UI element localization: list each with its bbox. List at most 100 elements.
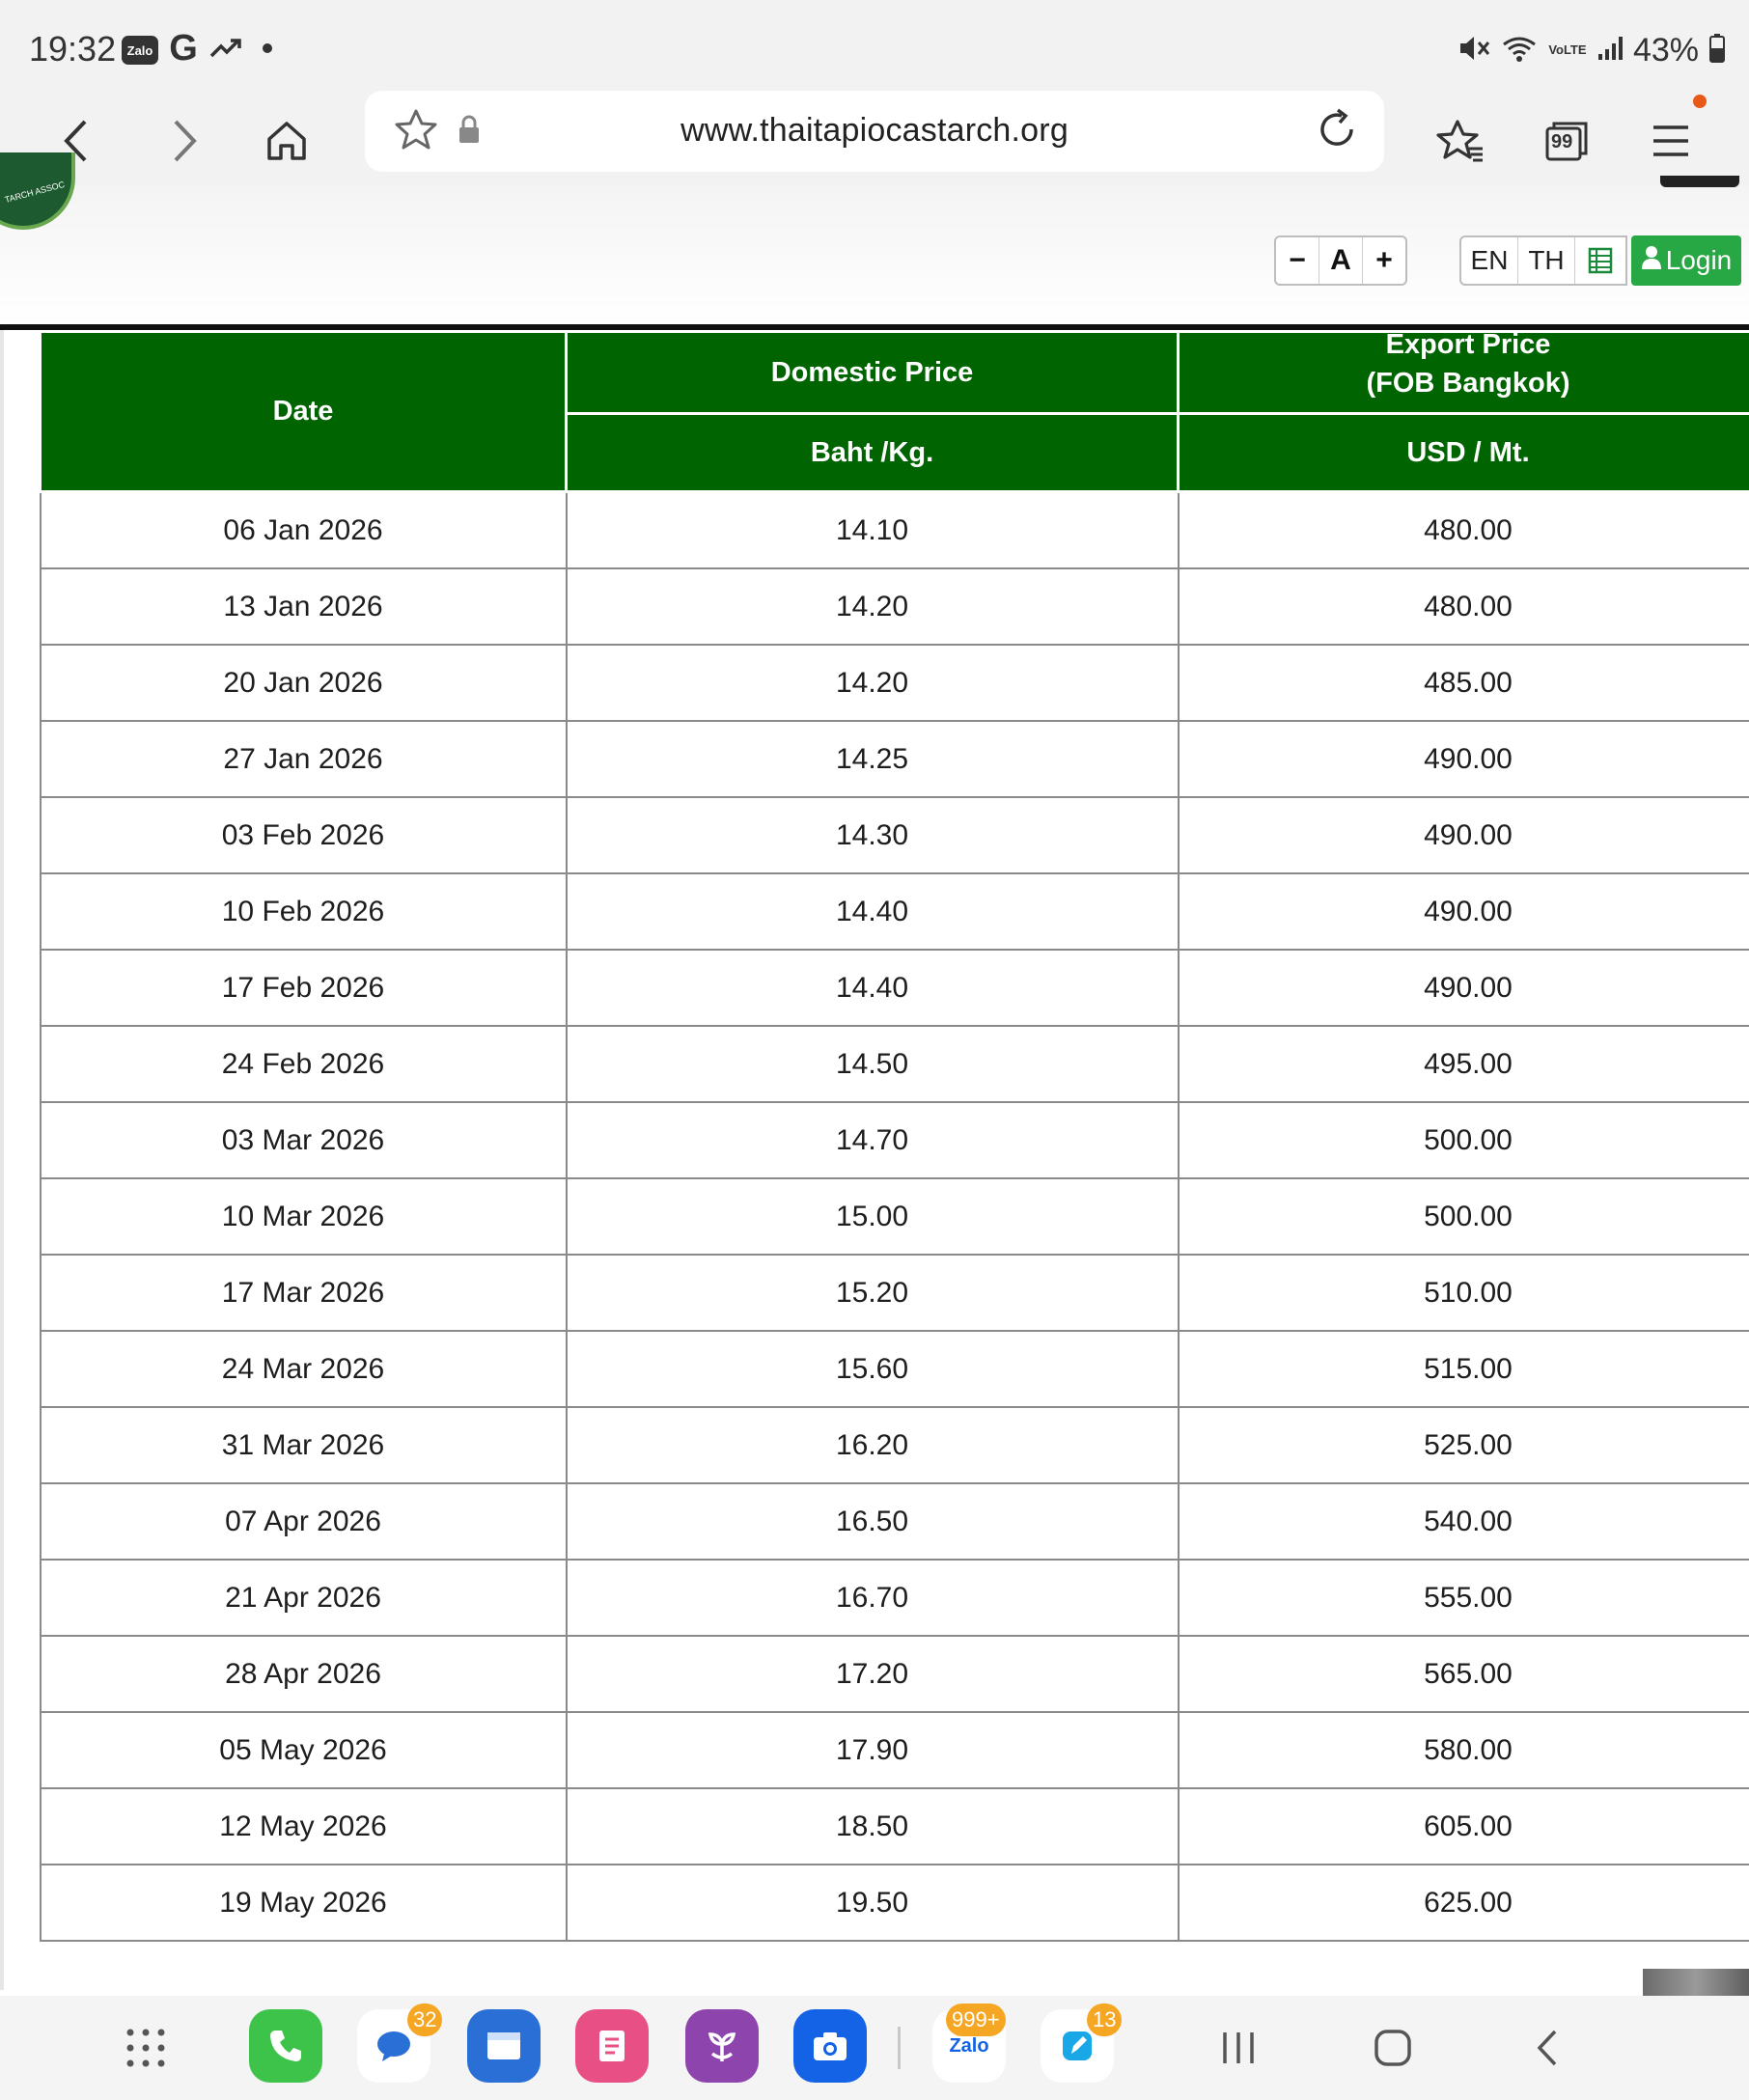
status-right: VoLTE 43% — [1458, 29, 1726, 71]
table-row: 10 Feb 2026 14.40 490.00 — [39, 872, 1749, 951]
table-row: 31 Mar 2026 16.20 525.00 — [39, 1406, 1749, 1484]
date-cell: 28 Apr 2026 — [39, 1635, 568, 1713]
google-icon: G — [169, 27, 198, 69]
domestic-price-cell: 17.20 — [565, 1635, 1180, 1713]
bookmarks-button[interactable] — [1427, 110, 1494, 172]
url-text[interactable]: www.thaitapiocastarch.org — [365, 112, 1384, 150]
date-cell: 05 May 2026 — [39, 1711, 568, 1789]
recent-apps-button[interactable] — [1205, 2019, 1272, 2077]
bixby-app-icon[interactable] — [685, 2009, 759, 2083]
table-row: 24 Feb 2026 14.50 495.00 — [39, 1025, 1749, 1103]
domestic-price-cell: 14.10 — [565, 490, 1180, 569]
domestic-price-cell: 15.60 — [565, 1330, 1180, 1408]
date-cell: 10 Mar 2026 — [39, 1177, 568, 1256]
phone-app-icon[interactable] — [249, 2009, 322, 2083]
date-cell: 19 May 2026 — [39, 1864, 568, 1942]
spreadsheet-icon[interactable] — [1575, 237, 1625, 284]
address-bar[interactable]: www.thaitapiocastarch.org — [365, 91, 1384, 172]
tabs-button[interactable]: 99 — [1533, 110, 1600, 172]
reload-icon[interactable] — [1317, 108, 1359, 157]
home-nav-button[interactable] — [1359, 2019, 1427, 2077]
export-price-cell: 540.00 — [1177, 1482, 1749, 1561]
domestic-price-cell: 14.20 — [565, 567, 1180, 646]
domestic-price-cell: 14.25 — [565, 720, 1180, 798]
menu-notification-dot — [1693, 95, 1707, 108]
dot-icon — [261, 29, 274, 68]
lang-en-button[interactable]: EN — [1461, 237, 1518, 284]
camera-app-icon[interactable] — [793, 2009, 867, 2083]
forward-button[interactable] — [151, 110, 218, 172]
login-label: Login — [1665, 245, 1733, 275]
date-cell: 13 Jan 2026 — [39, 567, 568, 646]
edit-badge: 13 — [1087, 2003, 1123, 2036]
login-button[interactable]: Login — [1631, 235, 1741, 286]
date-cell: 24 Feb 2026 — [39, 1025, 568, 1103]
table-row: 06 Jan 2026 14.10 480.00 — [39, 490, 1749, 569]
export-price-cell: 490.00 — [1177, 872, 1749, 951]
domestic-price-cell: 15.20 — [565, 1254, 1180, 1332]
export-price-cell: 480.00 — [1177, 490, 1749, 569]
domestic-price-cell: 17.90 — [565, 1711, 1180, 1789]
price-table: Date Domestic Price Export Price (FOB Ba… — [39, 329, 1749, 1942]
notes-app-icon[interactable] — [575, 2009, 649, 2083]
domestic-price-cell: 14.70 — [565, 1101, 1180, 1179]
export-price-cell: 490.00 — [1177, 796, 1749, 874]
language-controls: EN TH — [1459, 235, 1627, 286]
domestic-price-cell: 14.40 — [565, 872, 1180, 951]
font-decrease-button[interactable]: − — [1276, 237, 1319, 284]
header-domestic-unit: Baht /Kg. — [565, 412, 1180, 493]
zalo-icon: Zalo — [122, 36, 158, 65]
date-cell: 06 Jan 2026 — [39, 490, 568, 569]
header-date: Date — [39, 330, 568, 493]
status-bar: 19:32 Zalo G VoLTE 43% — [0, 0, 1749, 93]
export-price-cell: 500.00 — [1177, 1101, 1749, 1179]
page-edge — [0, 330, 4, 1990]
lang-th-button[interactable]: TH — [1518, 237, 1575, 284]
zalo-app-label: Zalo — [949, 2034, 989, 2057]
export-price-cell: 490.00 — [1177, 949, 1749, 1027]
export-price-cell: 510.00 — [1177, 1254, 1749, 1332]
battery-icon — [1708, 33, 1726, 69]
date-cell: 24 Mar 2026 — [39, 1330, 568, 1408]
date-cell: 17 Mar 2026 — [39, 1254, 568, 1332]
battery-level: 43% — [1632, 31, 1699, 69]
domestic-price-cell: 14.20 — [565, 644, 1180, 722]
menu-button[interactable] — [1637, 110, 1705, 172]
font-size-controls: − A + — [1274, 235, 1407, 286]
domestic-price-cell: 19.50 — [565, 1864, 1180, 1942]
export-price-cell: 495.00 — [1177, 1025, 1749, 1103]
table-row: 03 Mar 2026 14.70 500.00 — [39, 1101, 1749, 1179]
price-table-container: Date Domestic Price Export Price (FOB Ba… — [39, 329, 1749, 1942]
date-cell: 31 Mar 2026 — [39, 1406, 568, 1484]
app-drawer-icon[interactable] — [112, 2019, 180, 2077]
table-row: 21 Apr 2026 16.70 555.00 — [39, 1559, 1749, 1637]
date-cell: 10 Feb 2026 — [39, 872, 568, 951]
price-table-body: 06 Jan 2026 14.10 480.00 13 Jan 2026 14.20 48… — [39, 490, 1749, 1942]
export-price-cell: 605.00 — [1177, 1787, 1749, 1865]
back-nav-button[interactable] — [1513, 2019, 1581, 2077]
table-row: 12 May 2026 18.50 605.00 — [39, 1787, 1749, 1865]
browser-app-icon[interactable] — [467, 2009, 541, 2083]
mute-icon — [1458, 33, 1490, 69]
date-cell: 27 Jan 2026 — [39, 720, 568, 798]
export-price-cell: 580.00 — [1177, 1711, 1749, 1789]
table-row: 17 Feb 2026 14.40 490.00 — [39, 949, 1749, 1027]
table-row: 24 Mar 2026 15.60 515.00 — [39, 1330, 1749, 1408]
dock-divider — [898, 2027, 901, 2069]
domestic-price-cell: 16.50 — [565, 1482, 1180, 1561]
export-price-cell: 565.00 — [1177, 1635, 1749, 1713]
background-image — [1643, 1969, 1749, 1998]
table-row: 13 Jan 2026 14.20 480.00 — [39, 567, 1749, 646]
domestic-price-cell: 18.50 — [565, 1787, 1180, 1865]
domestic-price-cell: 16.20 — [565, 1406, 1180, 1484]
font-reset-button[interactable]: A — [1319, 237, 1363, 284]
domestic-price-cell: 14.30 — [565, 796, 1180, 874]
font-increase-button[interactable]: + — [1363, 237, 1405, 284]
header-tab[interactable] — [1660, 176, 1739, 187]
domestic-price-cell: 14.50 — [565, 1025, 1180, 1103]
table-row: 07 Apr 2026 16.50 540.00 — [39, 1482, 1749, 1561]
table-row: 03 Feb 2026 14.30 490.00 — [39, 796, 1749, 874]
table-row: 28 Apr 2026 17.20 565.00 — [39, 1635, 1749, 1713]
home-button[interactable] — [253, 110, 320, 172]
table-row: 20 Jan 2026 14.20 485.00 — [39, 644, 1749, 722]
